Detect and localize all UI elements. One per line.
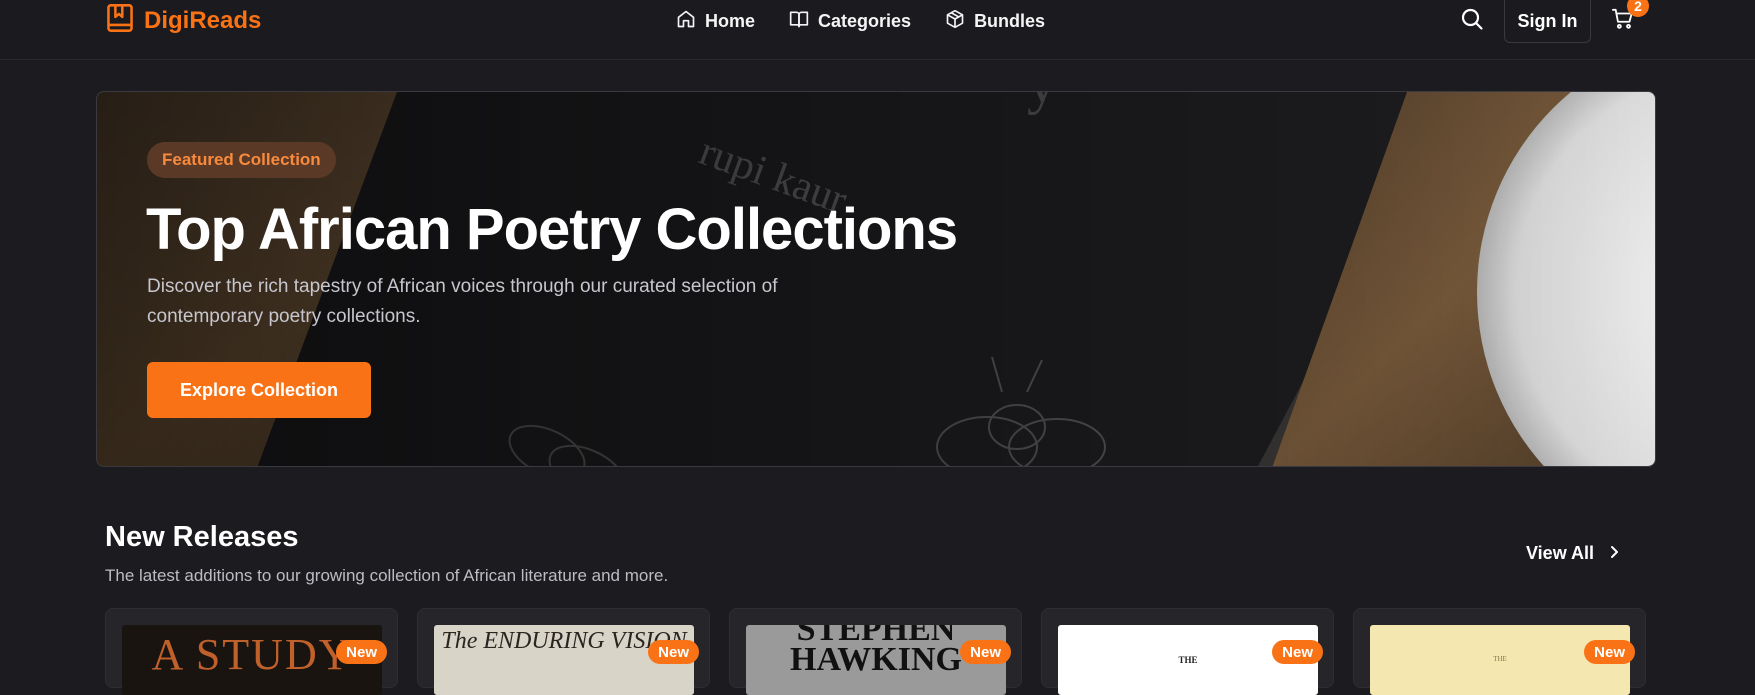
nav-item-label: Bundles	[974, 10, 1046, 31]
featured-hero-banner: rupi kaur y Featured Collection Top Afri…	[96, 91, 1656, 467]
book-card[interactable]: THE New	[1353, 608, 1646, 695]
nav-item-label: Home	[705, 10, 756, 31]
nav-item-categories[interactable]: Categories	[789, 9, 911, 34]
search-button[interactable]	[1459, 8, 1485, 34]
book-card[interactable]: The ENDURING VISION New	[417, 608, 710, 695]
cart-count-badge: 2	[1627, 0, 1649, 17]
hero-description: Discover the rich tapestry of African vo…	[147, 276, 778, 327]
book-card[interactable]: STEPHEN HAWKING New	[729, 608, 1022, 695]
nav-item-label: Categories	[818, 10, 912, 31]
new-badge: New	[960, 640, 1011, 664]
view-all-label: View All	[1526, 543, 1595, 563]
new-releases-grid: A STUDY New The ENDURING VISION New STEP…	[105, 608, 1646, 695]
new-badge: New	[648, 640, 699, 664]
view-all-link[interactable]: View All	[1526, 543, 1620, 564]
search-icon	[1460, 7, 1484, 36]
new-releases-subtitle: The latest additions to our growing coll…	[105, 566, 669, 585]
brand-name: DigiReads	[144, 7, 262, 34]
home-icon	[676, 9, 696, 34]
new-badge: New	[1272, 640, 1323, 664]
main-nav: Home Categories Bundles	[676, 4, 1079, 38]
site-header: DigiReads Home Categories Bundles Sign I…	[0, 0, 1755, 60]
nav-item-bundles[interactable]: Bundles	[945, 9, 1045, 34]
nav-item-home[interactable]: Home	[676, 9, 755, 34]
package-icon	[945, 9, 965, 34]
explore-collection-button[interactable]: Explore Collection	[147, 362, 371, 418]
sign-in-button[interactable]: Sign In	[1504, 0, 1591, 43]
new-releases-title: New Releases	[105, 521, 299, 553]
book-card[interactable]: A STUDY New	[105, 608, 398, 695]
chevron-right-icon	[1608, 543, 1620, 564]
hero-title: Top African Poetry Collections	[146, 197, 958, 262]
open-book-icon	[789, 9, 809, 34]
brand-logo[interactable]: DigiReads	[106, 3, 262, 40]
new-badge: New	[336, 640, 387, 664]
new-badge: New	[1584, 640, 1635, 664]
book-bookmark-icon	[106, 3, 134, 40]
featured-collection-badge: Featured Collection	[147, 142, 336, 178]
book-card[interactable]: THE New	[1041, 608, 1334, 695]
